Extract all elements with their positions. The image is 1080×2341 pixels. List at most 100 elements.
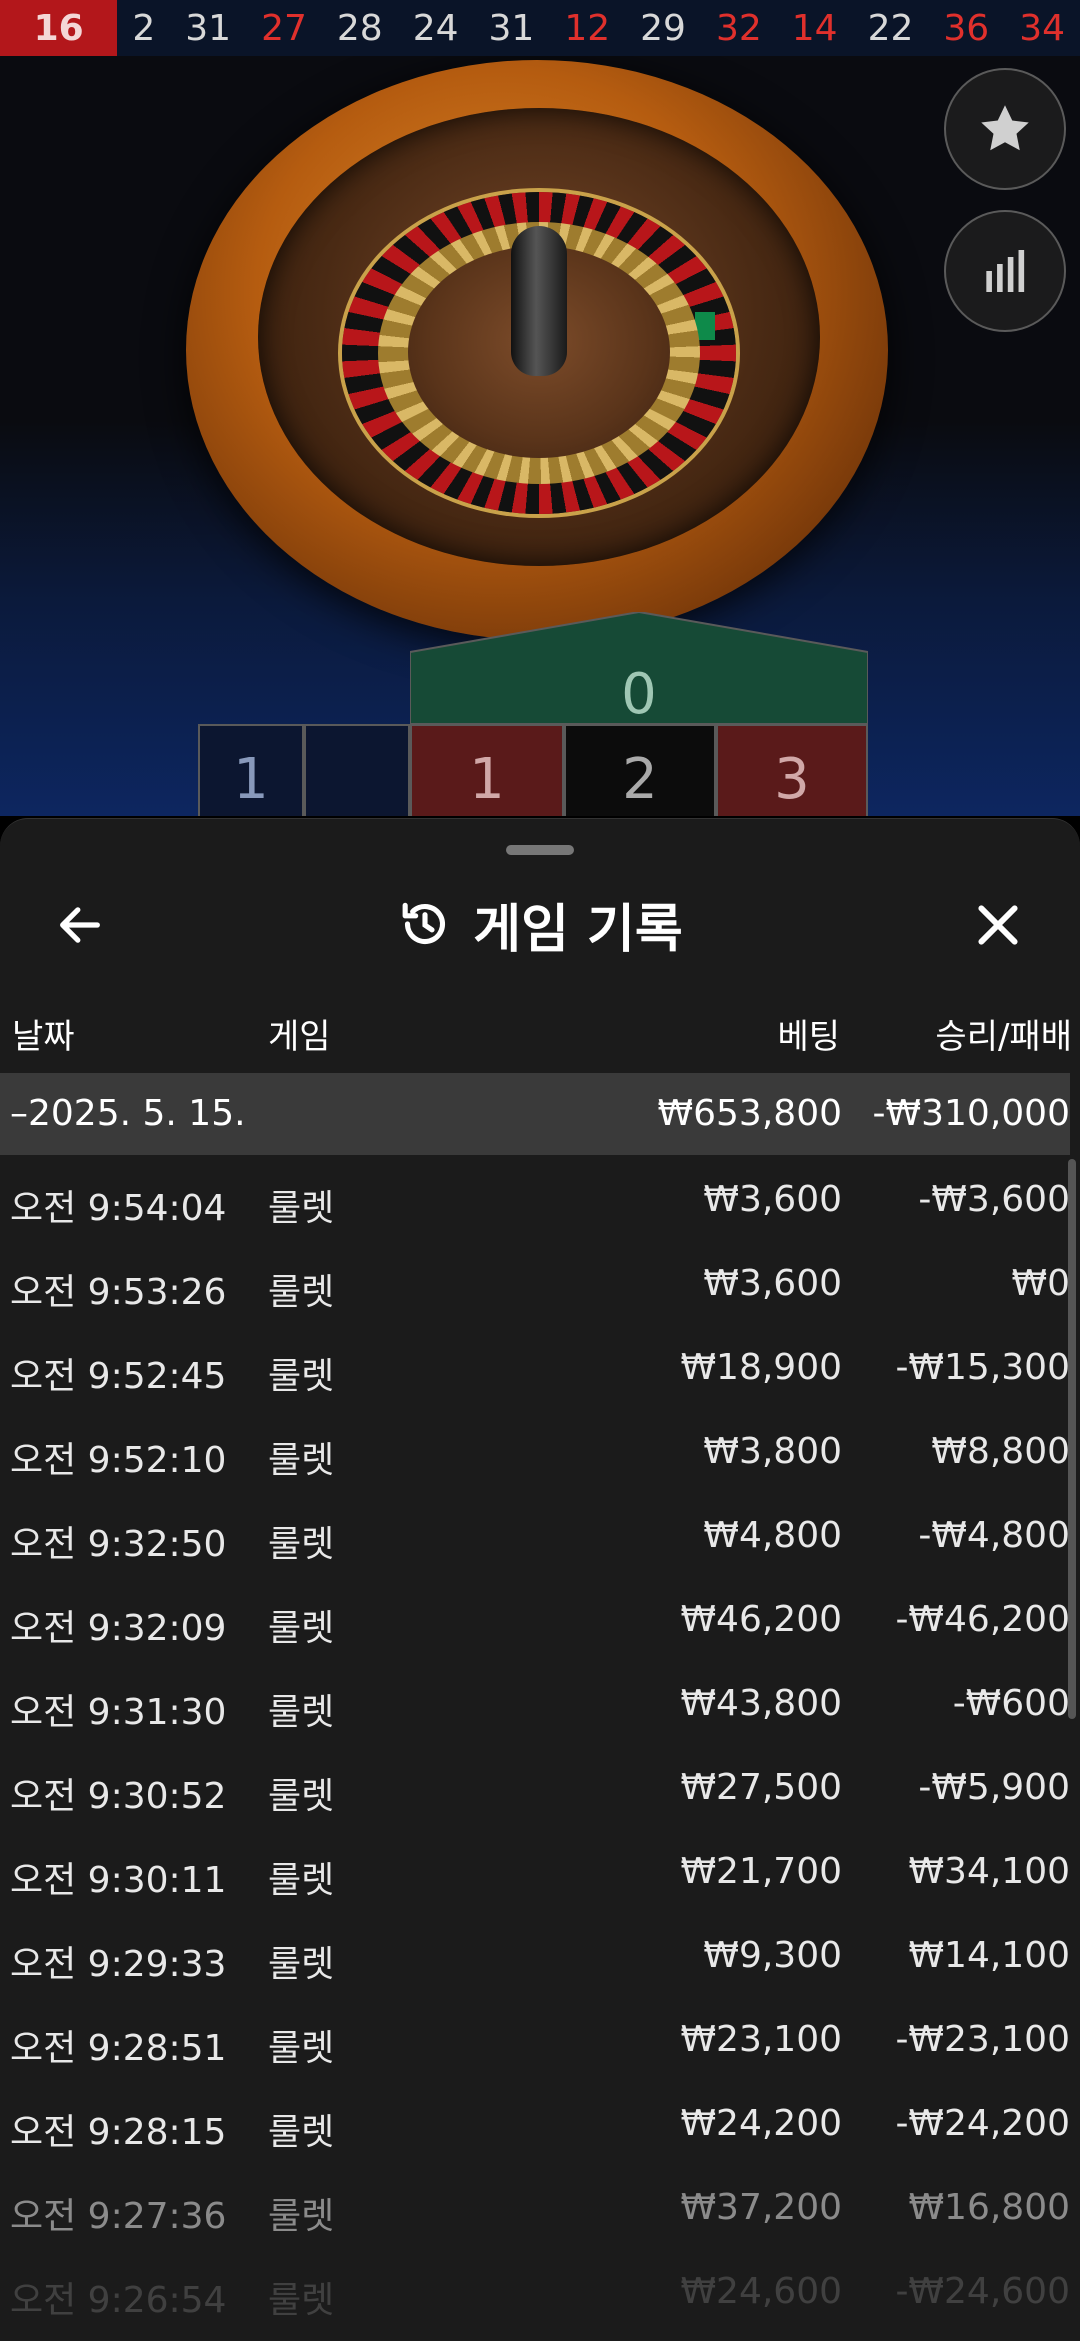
history-row[interactable]: 오전 9:30:11 룰렛 ₩21,700 ₩34,100 [0,1827,1070,1911]
row-result: ₩8,800 [931,1431,1070,1472]
row-game: 룰렛 [268,1776,335,1817]
row-bet: ₩24,200 [680,2103,842,2144]
row-result: -₩5,900 [918,1767,1070,1808]
sheet-header: 게임 기록 [0,879,1080,969]
result-history-item: 27 [261,7,307,49]
history-row[interactable]: 오전 9:32:50 룰렛 ₩4,800 -₩4,800 [0,1491,1070,1575]
row-bet: ₩4,800 [703,1515,842,1556]
result-history: 2 31 27 28 24 31 12 29 32 14 22 36 34 [117,0,1080,56]
result-history-item: 14 [791,7,838,49]
history-row[interactable]: 오전 9:28:51 룰렛 ₩23,100 -₩23,100 [0,1995,1070,2079]
row-result: ₩34,100 [908,1851,1070,1892]
history-row[interactable]: 오전 9:32:09 룰렛 ₩46,200 -₩46,200 [0,1575,1070,1659]
row-time: 오전 9:54:04 [10,1188,227,1229]
row-time: 오전 9:28:51 [10,2028,227,2069]
result-history-item: 2 [132,7,156,49]
row-game: 룰렛 [268,2196,335,2237]
day-result-total: -₩310,000 [872,1093,1070,1134]
sheet-title: 게임 기록 [473,899,683,960]
row-bet: ₩18,900 [680,1347,842,1388]
row-result: -₩24,600 [895,2271,1070,2312]
history-row[interactable]: 오전 9:29:33 룰렛 ₩9,300 ₩14,100 [0,1911,1070,1995]
row-game: 룰렛 [268,1440,335,1481]
result-history-item: 31 [185,7,232,49]
row-game: 룰렛 [268,1272,335,1313]
collapse-toggle: – [10,1093,28,1134]
wheel-turret [511,226,567,376]
result-history-item: 31 [488,7,535,49]
row-time: 오전 9:29:33 [10,1944,227,1985]
row-result: ₩16,800 [908,2187,1070,2228]
day-summary-row[interactable]: –2025. 5. 15. ₩653,800 -₩310,000 [0,1073,1070,1155]
zero-label: 0 [621,662,657,727]
close-icon [978,905,1018,945]
star-icon [981,105,1029,151]
result-history-item: 29 [640,7,686,49]
row-time: 오전 9:26:54 [10,2280,227,2321]
bet-spot-partial-2[interactable] [304,724,410,816]
row-time: 오전 9:30:52 [10,1776,227,1817]
column-header-bet: 베팅 [777,1017,840,1057]
bet-spot-2[interactable]: 2 [564,724,716,816]
statistics-button[interactable] [944,210,1066,332]
row-result: ₩14,100 [908,1935,1070,1976]
column-header-date: 날짜 [12,1017,75,1057]
day-bet-total: ₩653,800 [657,1093,842,1134]
row-game: 룰렛 [268,2028,335,2069]
row-bet: ₩37,200 [680,2187,842,2228]
bet-spot-zero[interactable]: 0 [410,612,868,727]
game-history-sheet: 게임 기록 날짜 게임 베팅 승리/패배 –2025. 5. 15. ₩653,… [0,818,1080,2341]
history-row[interactable]: 오전 9:30:52 룰렛 ₩27,500 -₩5,900 [0,1743,1070,1827]
history-row[interactable]: 오전 9:27:36 룰렛 ₩37,200 ₩16,800 [0,2163,1070,2247]
row-result: -₩4,800 [918,1515,1070,1556]
close-button[interactable] [958,885,1038,965]
history-row[interactable]: 오전 9:52:10 룰렛 ₩3,800 ₩8,800 [0,1407,1070,1491]
row-bet: ₩23,100 [680,2019,842,2060]
row-time: 오전 9:30:11 [10,1860,227,1901]
row-result: -₩24,200 [895,2103,1070,2144]
game-scene: 0 1 1 2 3 [0,56,1080,816]
result-history-item: 32 [715,7,762,49]
row-game: 룰렛 [268,1524,335,1565]
row-time: 오전 9:27:36 [10,2196,227,2237]
row-game: 룰렛 [268,2112,335,2153]
bet-spot-3[interactable]: 3 [716,724,868,816]
history-row[interactable]: 오전 9:54:04 룰렛 ₩3,600 -₩3,600 [0,1155,1070,1239]
row-bet: ₩3,800 [703,1431,842,1472]
row-time: 오전 9:52:45 [10,1356,227,1397]
result-history-item: 22 [867,7,914,49]
row-time: 오전 9:28:15 [10,2112,227,2153]
bet-spot-partial[interactable]: 1 [198,724,304,816]
column-header-game: 게임 [268,1017,331,1057]
row-time: 오전 9:32:09 [10,1608,227,1649]
row-game: 룰렛 [268,1608,335,1649]
recent-results-bar: 16 2 31 27 28 24 31 12 29 32 14 22 36 34 [0,0,1080,57]
history-row[interactable]: 오전 9:53:26 룰렛 ₩3,600 ₩0 [0,1239,1070,1323]
row-time: 오전 9:52:10 [10,1440,227,1481]
sheet-drag-handle[interactable] [506,845,574,855]
row-time: 오전 9:53:26 [10,1272,227,1313]
result-history-item: 36 [943,7,990,49]
favorite-button[interactable] [944,68,1066,190]
history-row[interactable]: 오전 9:31:30 룰렛 ₩43,800 -₩600 [0,1659,1070,1743]
day-date: –2025. 5. 15. [10,1093,246,1134]
row-game: 룰렛 [268,1188,335,1229]
row-bet: ₩21,700 [680,1851,842,1892]
row-result: -₩600 [952,1683,1070,1724]
row-game: 룰렛 [268,1944,335,1985]
result-history-item: 28 [336,7,383,49]
row-result: -₩15,300 [895,1347,1070,1388]
history-row[interactable]: 오전 9:28:15 룰렛 ₩24,200 -₩24,200 [0,2079,1070,2163]
row-bet: ₩46,200 [680,1599,842,1640]
row-time: 오전 9:32:50 [10,1524,227,1565]
bet-spot-1[interactable]: 1 [410,724,564,816]
history-row[interactable]: 오전 9:52:45 룰렛 ₩18,900 -₩15,300 [0,1323,1070,1407]
bar-chart-icon [986,250,1025,292]
history-row[interactable]: 오전 9:26:54 룰렛 ₩24,600 -₩24,600 [0,2247,1070,2331]
row-bet: ₩9,300 [703,1935,842,1976]
row-result: -₩46,200 [895,1599,1070,1640]
result-history-item: 34 [1019,7,1065,49]
history-icon [402,902,446,945]
row-result: -₩23,100 [895,2019,1070,2060]
scrollbar[interactable] [1068,1159,1076,1719]
